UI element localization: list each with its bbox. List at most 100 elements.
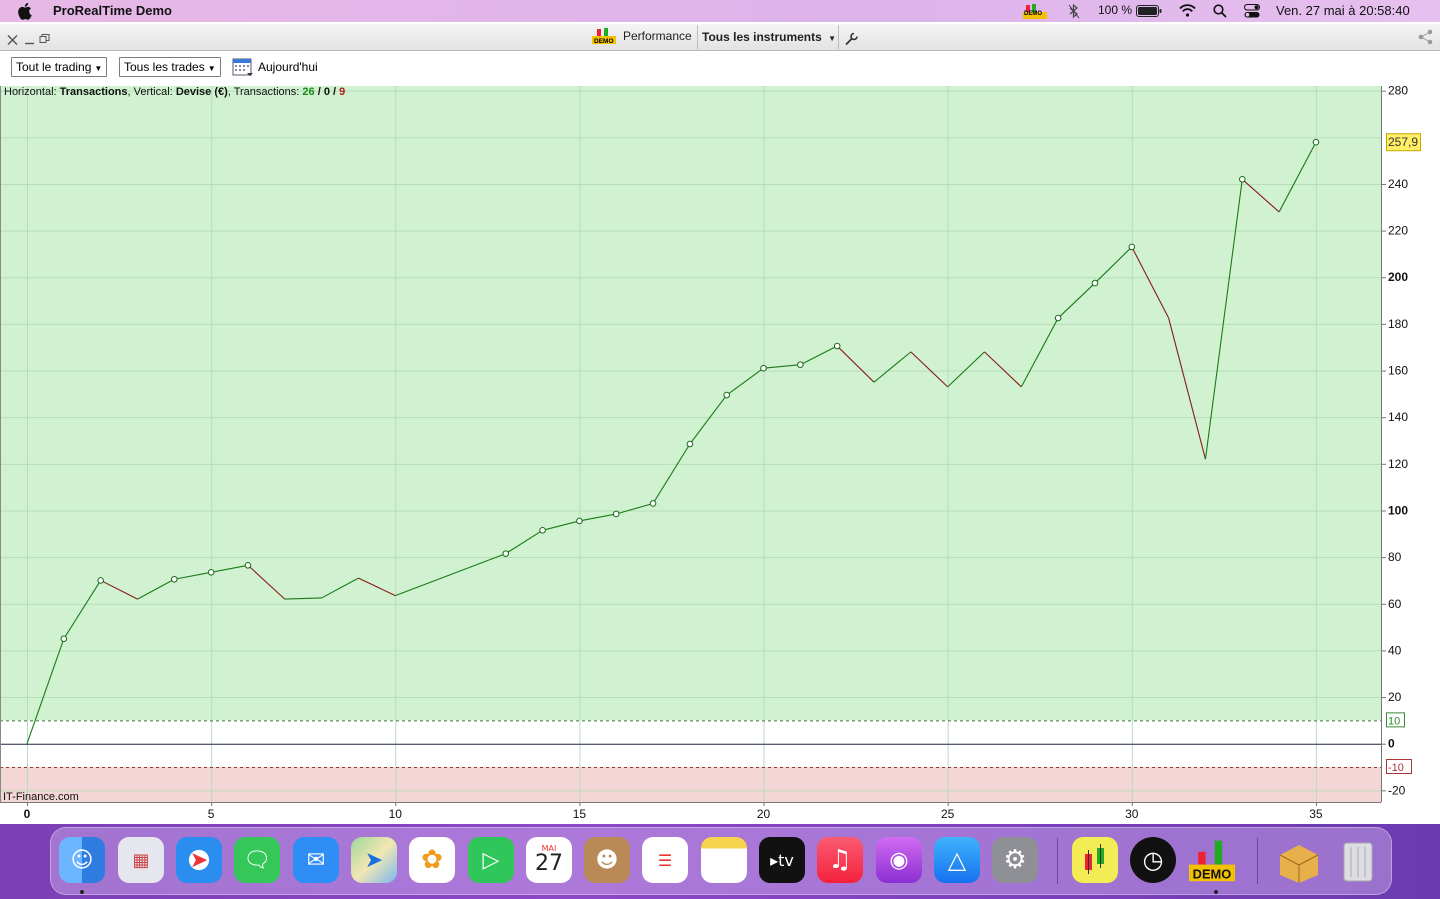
- y-tick-label: 20: [1388, 690, 1402, 704]
- data-point[interactable]: [1091, 279, 1099, 287]
- chart-header: Horizontal: Transactions, Vertical: Devi…: [4, 86, 345, 98]
- window-titlebar: DEMO Performance Tous les instruments ▼: [0, 24, 1440, 51]
- data-point[interactable]: [1054, 314, 1062, 322]
- data-point[interactable]: [723, 391, 731, 399]
- launchpad-icon[interactable]: ▦: [118, 837, 164, 883]
- trash-icon[interactable]: [1335, 837, 1381, 883]
- running-indicator: [80, 890, 84, 894]
- data-point[interactable]: [1312, 138, 1320, 146]
- data-point[interactable]: [612, 510, 620, 518]
- trades-filter-label: Tous les trades: [124, 60, 205, 74]
- x-tick-label: 20: [757, 807, 771, 821]
- app-name[interactable]: ProRealTime Demo: [53, 3, 172, 18]
- wifi-icon[interactable]: [1179, 4, 1196, 17]
- safari-icon[interactable]: ➤: [176, 837, 222, 883]
- y-tick-label: 160: [1388, 364, 1408, 378]
- y-tick-label: 180: [1388, 317, 1408, 331]
- instruments-dropdown[interactable]: Tous les instruments ▼: [702, 28, 836, 46]
- count-separator: /: [317, 86, 321, 98]
- wrench-settings-icon[interactable]: [845, 30, 858, 48]
- y-tick-label: 240: [1388, 177, 1408, 191]
- data-point[interactable]: [97, 577, 104, 584]
- data-point[interactable]: [207, 568, 215, 576]
- equity-chart[interactable]: 280 240 220 200 180 160 140 120 100 80 60 40 20 0 -20 1…: [0, 84, 1440, 824]
- data-point[interactable]: [686, 440, 694, 448]
- system-preferences-icon[interactable]: ⚙: [992, 837, 1038, 883]
- data-point[interactable]: [1238, 175, 1246, 183]
- music-icon[interactable]: ♫: [817, 837, 863, 883]
- bluetooth-icon[interactable]: [1068, 4, 1080, 19]
- menubar-clock[interactable]: Ven. 27 mai à 20:58:40: [1276, 3, 1410, 18]
- menu-bar: ProRealTime Demo DEMO 100 % Ven. 27 mai …: [0, 0, 1440, 22]
- y-tick-label: 40: [1388, 643, 1402, 657]
- lower-threshold-label: -10: [1388, 762, 1404, 774]
- dock-divider: [1257, 838, 1258, 884]
- podcasts-icon[interactable]: ◉: [876, 837, 922, 883]
- svg-text:DEMO: DEMO: [1193, 866, 1232, 881]
- performance-button[interactable]: DEMO Performance: [592, 27, 692, 45]
- app-store-icon[interactable]: △: [934, 837, 980, 883]
- trades-filter-dropdown[interactable]: Tous les trades ▼: [119, 57, 221, 77]
- prorealtime-icon[interactable]: [1072, 837, 1118, 883]
- reminders-icon[interactable]: ☰: [642, 837, 688, 883]
- instruments-label: Tous les instruments: [702, 30, 822, 44]
- apple-logo-icon[interactable]: [18, 2, 34, 20]
- data-point[interactable]: [797, 361, 804, 369]
- control-center-icon[interactable]: [1244, 4, 1260, 18]
- contacts-icon[interactable]: ☻: [584, 837, 630, 883]
- finder-icon[interactable]: ☺: [59, 837, 105, 883]
- calendar-icon: [232, 58, 253, 76]
- search-icon[interactable]: [1213, 4, 1227, 18]
- restore-window-icon[interactable]: [39, 30, 50, 48]
- horizontal-value: Transactions: [59, 86, 128, 98]
- upper-threshold-label: 10: [1388, 715, 1400, 727]
- demo-performance-icon: DEMO: [592, 28, 616, 44]
- dock: ☺ ▦ ➤ 🗨 ✉ ➤ ✿ ▷ MAI 27 ☻ ☰ ▸tv ♫ ◉ △ ⚙ ◷ …: [50, 827, 1392, 895]
- x-tick-label: 25: [941, 807, 955, 821]
- calendar-app-icon[interactable]: MAI 27: [526, 837, 572, 883]
- running-indicator: [1214, 890, 1218, 894]
- data-point[interactable]: [60, 635, 68, 643]
- data-point[interactable]: [502, 550, 510, 557]
- horizontal-label: Horizontal:: [4, 86, 57, 98]
- prorealtime-demo-icon[interactable]: DEMO: [1189, 837, 1235, 883]
- apple-tv-icon[interactable]: ▸tv: [759, 837, 805, 883]
- data-point[interactable]: [171, 575, 178, 583]
- transactions-label: , Transactions:: [227, 86, 300, 98]
- y-tick-label: 280: [1388, 86, 1408, 98]
- close-icon[interactable]: [7, 31, 18, 49]
- equity-curve-svg[interactable]: 280240220200180160140120100806040200-201…: [0, 84, 1440, 824]
- loss-zone: [0, 767, 1381, 802]
- data-point[interactable]: [649, 500, 657, 507]
- data-point[interactable]: [576, 517, 583, 525]
- data-point[interactable]: [244, 561, 252, 569]
- minimize-icon[interactable]: [24, 31, 35, 49]
- facetime-icon[interactable]: ▷: [468, 837, 514, 883]
- y-tick-label: 200: [1388, 270, 1408, 284]
- share-icon[interactable]: [1417, 28, 1435, 46]
- date-picker-button[interactable]: Aujourd'hui: [232, 57, 318, 77]
- maps-icon[interactable]: ➤: [351, 837, 397, 883]
- archive-box-icon[interactable]: [1276, 837, 1322, 883]
- battery-icon[interactable]: [1136, 5, 1162, 17]
- messages-icon[interactable]: 🗨: [234, 837, 280, 883]
- trading-filter-dropdown[interactable]: Tout le trading ▼: [11, 57, 108, 77]
- x-tick-label: 10: [389, 807, 403, 821]
- notes-icon[interactable]: [701, 837, 747, 883]
- data-point[interactable]: [539, 526, 546, 534]
- demo-status-icon[interactable]: DEMO: [1023, 4, 1047, 19]
- chevron-down-icon: ▼: [828, 34, 837, 43]
- chevron-down-icon: ▼: [94, 64, 103, 73]
- x-tick-label: 30: [1125, 807, 1139, 821]
- speedometer-icon[interactable]: ◷: [1130, 837, 1176, 883]
- data-point[interactable]: [1128, 243, 1136, 251]
- mail-icon[interactable]: ✉: [293, 837, 339, 883]
- y-tick-label: -20: [1388, 783, 1406, 797]
- x-tick-label: 15: [573, 807, 587, 821]
- data-point[interactable]: [833, 342, 841, 350]
- vertical-value: Devise (€): [175, 86, 228, 98]
- last-value-label: 257,9: [1388, 135, 1418, 149]
- x-tick-label: 35: [1309, 807, 1323, 821]
- photos-icon[interactable]: ✿: [409, 837, 455, 883]
- data-point[interactable]: [760, 364, 767, 372]
